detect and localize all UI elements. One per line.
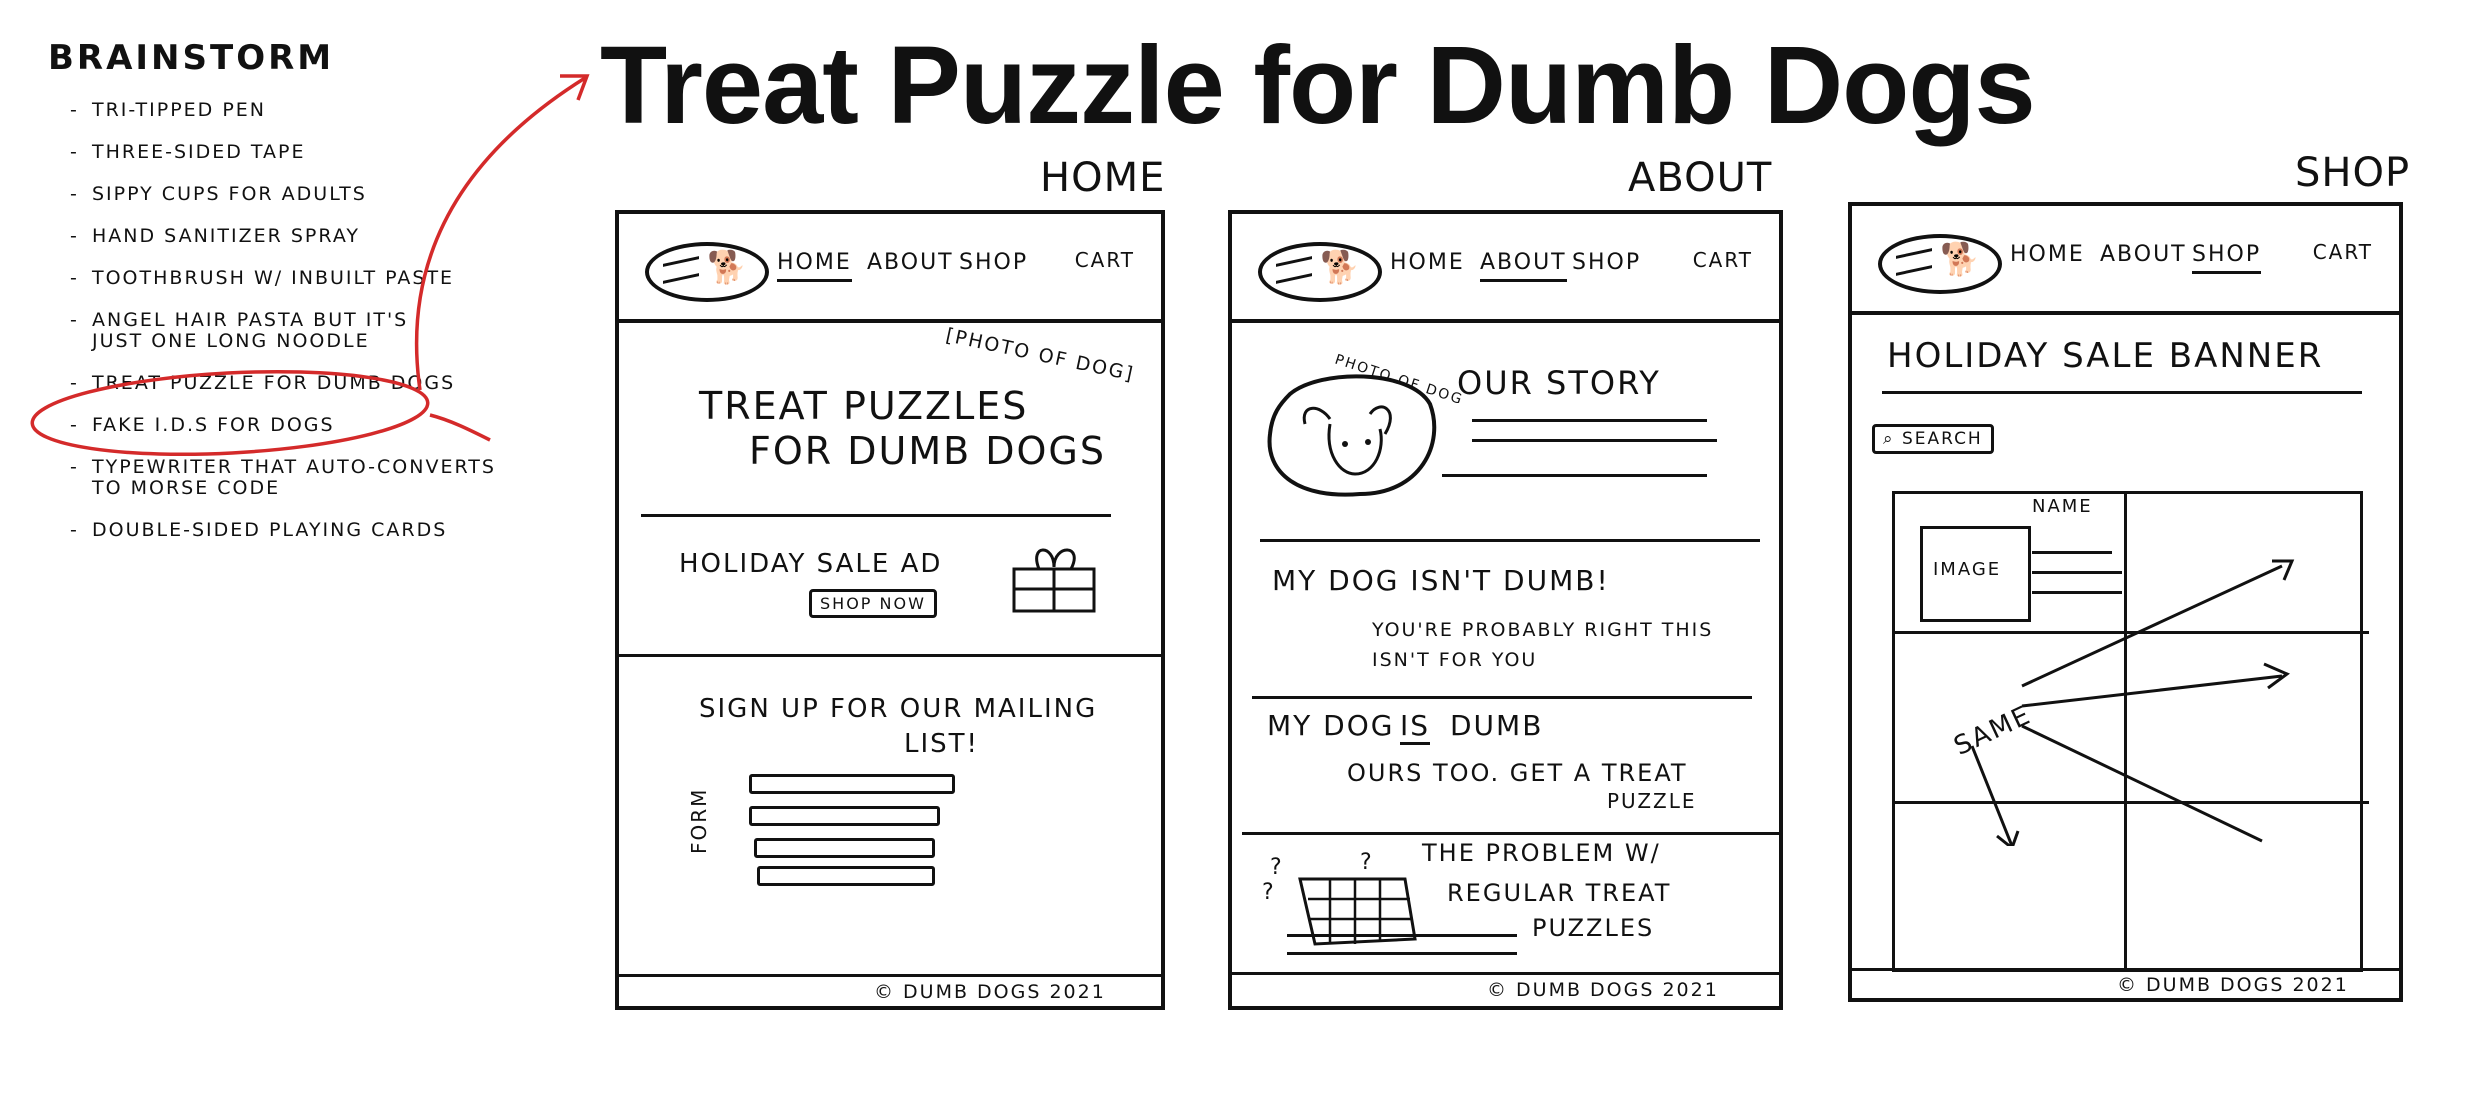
photo-note: [Photo of dog] [943, 324, 1137, 386]
search-label: Search [1901, 429, 1983, 449]
divider [1252, 696, 1752, 699]
gift-icon [1012, 548, 1096, 613]
nav-about[interactable]: About [1480, 250, 1567, 282]
form-field[interactable] [749, 806, 940, 826]
highlight-circle [30, 369, 430, 457]
text-line [1287, 952, 1517, 955]
section-heading-1: My dog isn't dumb! [1272, 564, 1610, 597]
circle-tail [429, 413, 491, 442]
section-heading-2c: dumb [1450, 709, 1544, 742]
divider [619, 654, 1164, 657]
hero-line-2: for dumb dogs [749, 429, 1106, 473]
shop-wireframe: 🐕 Home About Shop Cart Holiday sale bann… [1848, 202, 2403, 1002]
nav-home[interactable]: Home [777, 250, 852, 282]
about-wireframe: 🐕 Home About Shop Cart Photo of dog Our … [1228, 210, 1783, 1010]
nav-cart[interactable]: Cart [1075, 248, 1135, 272]
section-heading-2a: My dog [1267, 709, 1395, 742]
divider [641, 514, 1111, 517]
about-nav: 🐕 Home About Shop Cart [1232, 214, 1779, 323]
nav-cart[interactable]: Cart [2313, 240, 2373, 264]
form-label: Form [687, 787, 711, 854]
section-text-1b: isn't for you [1372, 649, 1538, 671]
footer-divider [1852, 968, 2400, 971]
our-story: Our story [1457, 364, 1661, 402]
dog-icon: 🐕 [707, 248, 747, 286]
footer-divider [619, 974, 1164, 977]
shop-nav: 🐕 Home About Shop Cart [1852, 206, 2399, 315]
divider [1260, 539, 1760, 542]
problem-line-1: The problem w/ [1422, 839, 1661, 867]
svg-text:?: ? [1262, 880, 1274, 905]
section-text-2a: Ours too. Get a treat [1347, 759, 1688, 787]
section-heading-2b: is [1400, 709, 1431, 745]
shop-label: Shop [2295, 150, 2411, 196]
section-text-1a: You're probably right this [1372, 619, 1714, 641]
form-field[interactable] [749, 774, 955, 794]
holiday-ad: Holiday sale ad [679, 549, 943, 579]
nav-shop[interactable]: Shop [1572, 250, 1641, 275]
nav-about[interactable]: About [867, 250, 954, 275]
logo[interactable]: 🐕 [1258, 242, 1382, 302]
divider [1242, 832, 1782, 835]
divider [1882, 391, 2362, 394]
svg-text:?: ? [1360, 850, 1372, 875]
about-label: About [1628, 155, 1773, 201]
signup-line-1: Sign up for our mailing [699, 694, 1098, 724]
home-nav: 🐕 Home About Shop Cart [619, 214, 1161, 323]
product-name[interactable]: Name [2032, 496, 2093, 517]
nav-home[interactable]: Home [1390, 250, 1465, 275]
nav-shop[interactable]: Shop [2192, 242, 2262, 274]
hero-line-1: Treat puzzles [699, 384, 1029, 428]
logo[interactable]: 🐕 [1878, 234, 2002, 294]
nav-about[interactable]: About [2100, 242, 2187, 267]
signup-line-2: list! [904, 729, 979, 759]
dog-icon: 🐕 [1320, 248, 1360, 286]
text-line [1287, 934, 1517, 937]
footer-text: © Dumb Dogs 2021 [874, 981, 1106, 1003]
footer-text: © Dumb Dogs 2021 [1487, 979, 1719, 1001]
home-wireframe: 🐕 Home About Shop Cart [Photo of dog] Tr… [615, 210, 1165, 1010]
nav-cart[interactable]: Cart [1693, 248, 1753, 272]
section-text-2b: puzzle [1607, 789, 1697, 813]
annotation-arrow [414, 76, 586, 391]
puzzle-sketch-icon: ? ? ? [1262, 850, 1417, 946]
footer-divider [1232, 972, 1780, 975]
form-field[interactable] [757, 866, 935, 886]
text-line [1472, 439, 1717, 442]
search-input[interactable]: ⌕ Search [1872, 424, 1994, 454]
form-field[interactable] [754, 838, 935, 858]
footer-text: © Dumb Dogs 2021 [2117, 974, 2349, 996]
problem-line-3: puzzles [1532, 914, 1655, 942]
dog-icon: 🐕 [1940, 240, 1980, 278]
same-arrows-icon [1970, 559, 2295, 846]
nav-home[interactable]: Home [2010, 242, 2085, 267]
search-icon: ⌕ [1883, 429, 1902, 449]
logo[interactable]: 🐕 [645, 242, 769, 302]
svg-text:?: ? [1270, 855, 1282, 880]
text-line [1442, 474, 1707, 477]
text-line [1472, 419, 1707, 422]
shop-now-button[interactable]: Shop now [809, 589, 937, 618]
problem-line-2: regular treat [1447, 879, 1672, 907]
nav-shop[interactable]: Shop [959, 250, 1028, 275]
holiday-banner: Holiday sale banner [1887, 336, 2324, 376]
home-label: Home [1040, 155, 1166, 201]
